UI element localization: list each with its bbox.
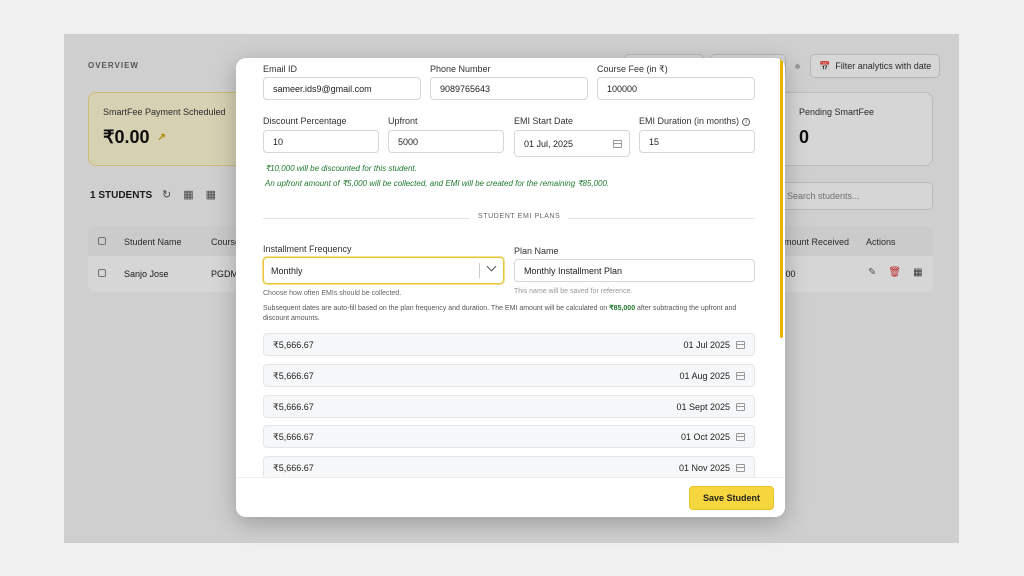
section-title: STUDENT EMI PLANS (470, 213, 569, 220)
cell-student-name: Sanjo Jose (124, 269, 169, 279)
frequency-value: Monthly (271, 265, 303, 276)
search-input[interactable]: Search students... (776, 182, 933, 210)
auto-fill-note: Subsequent dates are auto-fill based on … (263, 304, 755, 324)
calendar-icon[interactable] (736, 341, 745, 349)
add-student-modal: Email ID sameer.ids9@gmail.com Phone Num… (236, 58, 785, 517)
frequency-select[interactable]: Monthly (263, 257, 504, 284)
emi-duration-label: EMI Duration (in months) i (639, 116, 751, 126)
discount-summary: ₹10,000 will be discounted for this stud… (265, 164, 417, 173)
calendar-icon[interactable] (736, 464, 745, 472)
excel-export-icon[interactable]: ▦ (206, 188, 216, 201)
emi-row[interactable]: ₹5,666.67 01 Nov 2025 (263, 456, 755, 478)
emi-row[interactable]: ₹5,666.67 01 Oct 2025 (263, 425, 755, 448)
refresh-icon[interactable]: ↻ (162, 188, 171, 201)
plan-name-field[interactable]: Monthly Installment Plan (514, 259, 755, 282)
upfront-label: Upfront (388, 116, 418, 126)
separator-dot (795, 64, 800, 69)
modal-body: Email ID sameer.ids9@gmail.com Phone Num… (236, 58, 785, 478)
cell-course: PGDM (211, 269, 238, 279)
emi-date: 01 Jul 2025 (683, 340, 730, 350)
phone-field[interactable]: 9089765643 (430, 77, 588, 100)
pdf-icon[interactable]: ▦ (913, 267, 922, 278)
frequency-label: Installment Frequency (263, 244, 352, 254)
pdf-export-icon[interactable]: ▦ (183, 188, 193, 201)
frequency-hint: Choose how often EMIs should be collecte… (263, 290, 402, 297)
filter-analytics-label: Filter analytics with date (835, 61, 932, 71)
emi-duration-field[interactable]: 15 (639, 130, 755, 153)
course-fee-label: Course Fee (in ₹) (597, 64, 668, 74)
emi-start-date-picker[interactable]: 01 Jul, 2025 (514, 130, 630, 157)
plan-name-label: Plan Name (514, 246, 559, 256)
emi-amount: ₹5,666.67 (273, 340, 314, 350)
card-value: 0 (799, 127, 810, 147)
header-amount-received: Amount Received (778, 237, 850, 247)
save-student-button[interactable]: Save Student (689, 486, 774, 510)
emi-date: 01 Sept 2025 (676, 402, 730, 412)
phone-label: Phone Number (430, 64, 491, 74)
plan-name-hint: This name will be saved for reference. (514, 288, 633, 295)
overview-heading: OVERVIEW (88, 61, 139, 70)
emi-amount: ₹5,666.67 (273, 463, 314, 473)
modal-footer: Save Student (236, 477, 785, 517)
emi-date: 01 Nov 2025 (678, 463, 730, 473)
emi-start-value: 01 Jul, 2025 (524, 138, 574, 149)
emi-amount: ₹5,666.67 (273, 371, 314, 381)
emi-row[interactable]: ₹5,666.67 01 Jul 2025 (263, 333, 755, 356)
upfront-field[interactable]: 5000 (388, 130, 504, 153)
row-checkbox[interactable] (98, 269, 106, 277)
calendar-icon[interactable] (736, 372, 745, 380)
emi-row[interactable]: ₹5,666.67 01 Sept 2025 (263, 395, 755, 418)
emi-duration-label-text: EMI Duration (in months) (639, 116, 740, 126)
discount-field[interactable]: 10 (263, 130, 379, 153)
emi-row[interactable]: ₹5,666.67 01 Aug 2025 (263, 364, 755, 387)
note-amount: ₹85,000 (609, 305, 636, 312)
email-label: Email ID (263, 64, 298, 74)
card-value: ₹0.00 (103, 127, 150, 147)
students-count: 1 STUDENTS (90, 190, 153, 201)
card-pending-smartfee: Pending SmartFee 0 (776, 92, 933, 166)
filter-analytics-button[interactable]: 📅 Filter analytics with date (810, 54, 941, 78)
emi-amount: ₹5,666.67 (273, 432, 314, 442)
course-fee-field[interactable]: 100000 (597, 77, 755, 100)
emi-date: 01 Oct 2025 (680, 432, 730, 442)
delete-icon[interactable]: 🗑 (888, 267, 901, 278)
info-icon[interactable]: i (742, 117, 751, 126)
select-all-checkbox[interactable] (98, 237, 106, 245)
header-student-name: Student Name (124, 237, 182, 247)
calendar-icon (613, 140, 622, 148)
edit-icon[interactable]: ✎ (868, 267, 876, 278)
upfront-summary: An upfront amount of ₹5,000 will be coll… (265, 179, 610, 188)
scrollbar[interactable] (780, 58, 783, 338)
header-actions: Actions (866, 237, 896, 247)
discount-label: Discount Percentage (263, 116, 347, 126)
arrow-up-right-icon: ↗ (157, 132, 166, 143)
email-field[interactable]: sameer.ids9@gmail.com (263, 77, 421, 100)
select-separator (479, 263, 480, 278)
emi-amount: ₹5,666.67 (273, 402, 314, 412)
calendar-icon[interactable] (736, 433, 745, 441)
calendar-icon: 📅 (819, 60, 831, 71)
emi-start-label: EMI Start Date (514, 116, 574, 126)
chevron-down-icon (486, 261, 497, 272)
calendar-icon[interactable] (736, 403, 745, 411)
note-prefix: Subsequent dates are auto-fill based on … (263, 305, 610, 312)
emi-date: 01 Aug 2025 (679, 371, 730, 381)
card-title: Pending SmartFee (799, 107, 875, 117)
